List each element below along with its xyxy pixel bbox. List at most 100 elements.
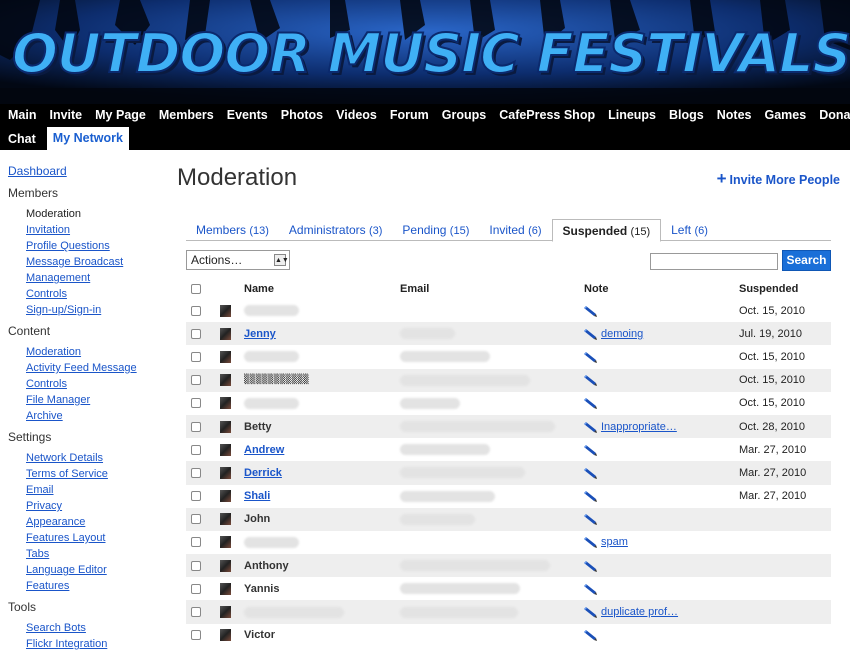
nav-item-main[interactable]: Main [8,108,36,122]
row-checkbox[interactable] [191,328,201,339]
avatar[interactable] [220,606,231,619]
sidebar-item-network-details[interactable]: Network Details [26,450,168,466]
sidebar-item-invitation[interactable]: Invitation [26,222,168,238]
row-checkbox[interactable] [191,398,201,409]
sidebar-item-archive[interactable]: Archive [26,408,168,424]
nav-item-games[interactable]: Games [764,108,806,122]
nav-item-events[interactable]: Events [227,108,268,122]
sidebar-item-management[interactable]: Management [26,270,168,286]
nav-item-blogs[interactable]: Blogs [669,108,704,122]
avatar[interactable] [220,443,231,456]
pencil-icon[interactable] [584,606,598,619]
member-name[interactable]: Andrew [244,444,284,456]
select-all-checkbox[interactable] [191,284,201,294]
avatar[interactable] [220,536,231,549]
nav-item-forum[interactable]: Forum [390,108,429,122]
pencil-icon[interactable] [584,374,598,387]
nav-item-notes[interactable]: Notes [717,108,752,122]
avatar[interactable] [220,559,231,572]
note-link[interactable]: Inappropriate… [601,421,677,433]
nav-item-cafepress-shop[interactable]: CafePress Shop [499,108,595,122]
avatar[interactable] [220,327,231,340]
column-header-name[interactable]: Name [244,279,274,299]
sidebar-item-sign-up-sign-in[interactable]: Sign-up/Sign-in [26,302,168,318]
avatar[interactable] [220,466,231,479]
pencil-icon[interactable] [584,513,598,526]
nav-item-lineups[interactable]: Lineups [608,108,656,122]
row-checkbox[interactable] [191,421,201,432]
avatar[interactable] [220,513,231,526]
sidebar-item-file-manager[interactable]: File Manager [26,392,168,408]
sidebar-item-email[interactable]: Email [26,482,168,498]
nav-item-invite[interactable]: Invite [49,108,82,122]
nav-item-photos[interactable]: Photos [281,108,323,122]
nav-item-my-network[interactable]: My Network [46,127,129,150]
column-header-suspended[interactable]: Suspended [739,279,798,299]
pencil-icon[interactable] [584,305,598,317]
search-input[interactable] [650,253,778,270]
note-link[interactable]: demoing [601,328,643,340]
pencil-icon[interactable] [584,536,598,549]
row-checkbox[interactable] [191,630,201,641]
sidebar-item-language-editor[interactable]: Language Editor [26,562,168,578]
sidebar-item-controls[interactable]: Controls [26,286,168,302]
sidebar-item-message-broadcast[interactable]: Message Broadcast [26,254,168,270]
nav-item-members[interactable]: Members [159,108,214,122]
avatar[interactable] [220,350,231,363]
pencil-icon[interactable] [584,490,598,503]
pencil-icon[interactable] [584,467,598,479]
row-checkbox[interactable] [191,560,201,571]
avatar[interactable] [220,582,231,595]
tab-invited[interactable]: Invited (6) [479,219,551,241]
column-header-note[interactable]: Note [584,279,608,299]
row-checkbox[interactable] [191,583,201,594]
pencil-icon[interactable] [584,328,598,340]
avatar[interactable] [220,420,231,433]
row-checkbox[interactable] [191,351,201,362]
pencil-icon[interactable] [584,583,598,595]
sidebar-item-profile-questions[interactable]: Profile Questions [26,238,168,254]
avatar[interactable] [220,304,231,317]
sidebar-item-features[interactable]: Features [26,578,168,594]
sidebar-item-tabs[interactable]: Tabs [26,546,168,562]
row-checkbox[interactable] [191,537,201,548]
nav-item-donate[interactable]: Donate [819,108,850,122]
sidebar-item-search-bots[interactable]: Search Bots [26,620,168,636]
column-header-email[interactable]: Email [400,279,429,299]
search-button[interactable]: Search [782,250,831,271]
sidebar-item-moderation[interactable]: Moderation [26,344,168,360]
nav-item-my-page[interactable]: My Page [95,108,146,122]
member-name[interactable]: Jenny [244,328,276,340]
row-checkbox[interactable] [191,467,201,478]
pencil-icon[interactable] [584,351,598,363]
tab-pending[interactable]: Pending (15) [392,219,479,241]
invite-more-people-link[interactable]: + Invite More People [717,169,840,189]
avatar[interactable] [220,397,231,410]
row-checkbox[interactable] [191,514,201,525]
actions-select[interactable]: Actions… ▲▼ [186,250,290,270]
note-link[interactable]: duplicate prof… [601,606,678,618]
pencil-icon[interactable] [584,629,598,642]
sidebar-dashboard-link[interactable]: Dashboard [8,164,168,178]
tab-members[interactable]: Members (13) [186,219,279,241]
pencil-icon[interactable] [584,421,598,433]
tab-left[interactable]: Left (6) [661,219,718,241]
sidebar-item-terms-of-service[interactable]: Terms of Service [26,466,168,482]
sidebar-item-flickr-integration[interactable]: Flickr Integration [26,636,168,650]
site-title[interactable]: OUTDOOR MUSIC FESTIVALS [11,21,850,86]
sidebar-item-activity-feed-message[interactable]: Activity Feed Message [26,360,168,376]
pencil-icon[interactable] [584,397,598,410]
avatar[interactable] [220,374,231,387]
note-link[interactable]: spam [601,536,628,548]
tab-administrators[interactable]: Administrators (3) [279,219,392,241]
member-name[interactable]: Derrick [244,467,282,479]
row-checkbox[interactable] [191,375,201,386]
tab-suspended[interactable]: Suspended (15) [551,219,662,242]
nav-item-chat[interactable]: Chat [8,132,36,146]
sidebar-item-features-layout[interactable]: Features Layout [26,530,168,546]
avatar[interactable] [220,490,231,503]
row-checkbox[interactable] [191,444,201,455]
row-checkbox[interactable] [191,491,201,502]
nav-item-groups[interactable]: Groups [442,108,486,122]
row-checkbox[interactable] [191,607,201,618]
